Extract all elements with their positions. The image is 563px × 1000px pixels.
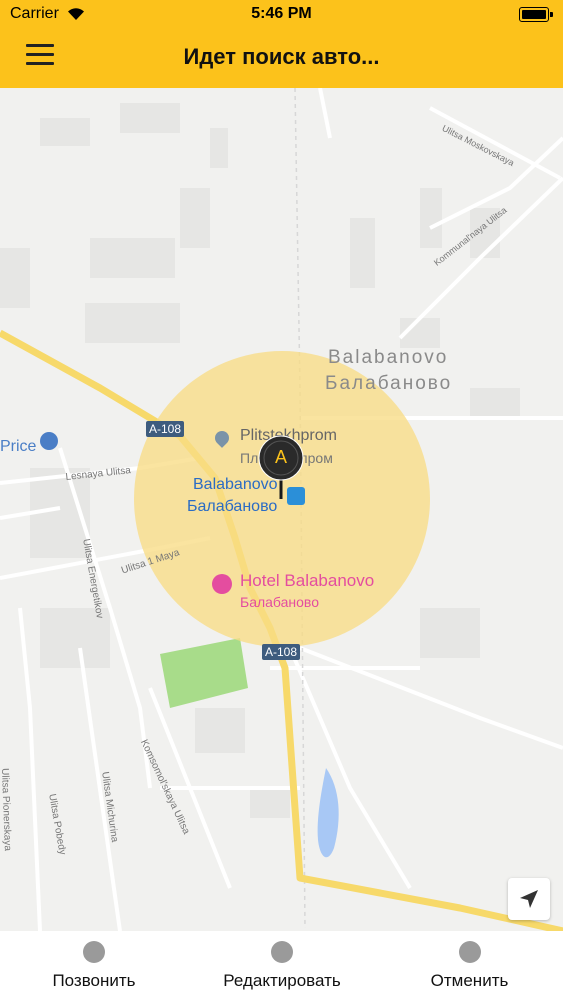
town-label-cyrillic: Балабаново (325, 373, 453, 394)
call-button[interactable]: Позвонить (0, 931, 188, 1000)
marker-letter: A (274, 447, 287, 467)
price-label: Price (0, 438, 37, 455)
battery-icon (519, 7, 553, 22)
road-sign-a108-top: A-108 (146, 421, 185, 437)
map-view[interactable]: Ulitsa Moskovskaya Kommunal'naya Ulitsa … (0, 88, 563, 931)
navigation-arrow-icon (520, 890, 538, 908)
map-canvas (0, 88, 563, 931)
close-icon (458, 941, 481, 963)
locate-button[interactable] (508, 878, 550, 920)
hotel-label-cyrillic: Балабаново (240, 594, 319, 610)
cancel-button[interactable]: Отменить (376, 931, 563, 1000)
pencil-icon (271, 941, 293, 963)
page-title: Идет поиск авто... (183, 44, 380, 69)
town-label-latin: Balabanovo (328, 347, 449, 368)
hotel-pin-icon (212, 574, 232, 594)
edit-button[interactable]: Редактировать (188, 931, 376, 1000)
cancel-button-label: Отменить (430, 971, 509, 990)
bottom-action-bar: Позвонить Редактировать Отменить (0, 931, 563, 1000)
call-button-label: Позвонить (52, 971, 136, 990)
clock: 5:46 PM (251, 5, 312, 22)
road-sign-a108-bottom: A-108 (262, 644, 301, 660)
shop-pin-icon (40, 432, 58, 450)
header-bar: Carrier 5:46 PM Идет поиск авто... (0, 0, 563, 88)
status-bar: Carrier 5:46 PM (0, 0, 563, 30)
edit-button-label: Редактировать (223, 971, 341, 990)
marker-pin-icon (258, 435, 304, 499)
phone-icon (83, 941, 105, 963)
pickup-marker[interactable]: A (257, 435, 305, 501)
hotel-label-latin: Hotel Balabanovo (240, 571, 375, 590)
